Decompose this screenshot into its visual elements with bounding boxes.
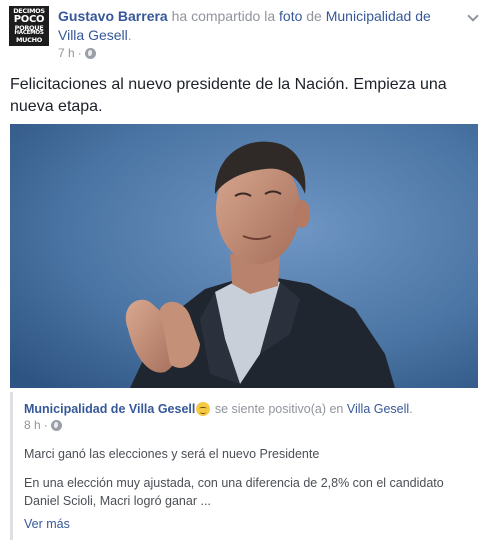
meta-separator: · (43, 418, 48, 432)
post-header: Gustavo Barrera ha compartido la foto de… (58, 7, 448, 45)
shared-text-line: Marci ganó las elecciones y será el nuev… (24, 447, 320, 461)
shared-post-card: Municipalidad de Villa Gesell se siente … (10, 392, 478, 540)
see-more-link[interactable]: Ver más (24, 517, 70, 531)
photo-link[interactable]: foto (279, 8, 302, 24)
shared-post-header: Municipalidad de Villa Gesell se siente … (24, 401, 474, 417)
shared-page-link[interactable]: Municipalidad de Villa Gesell (24, 402, 195, 416)
header-period: . (127, 27, 132, 43)
feeling-text: se siente positivo(a) en (214, 402, 344, 416)
post-message: Felicitaciones al nuevo presidente de la… (10, 76, 447, 115)
post-meta: 7 h · (58, 46, 96, 60)
post-timestamp[interactable]: 7 h (58, 46, 75, 60)
chevron-down-icon[interactable] (468, 12, 478, 22)
avatar[interactable]: DECIMOS POCO PORQUE HACEMOS MUCHO (9, 6, 49, 46)
photo-illustration (10, 124, 478, 388)
shared-meta: 8 h · (24, 418, 62, 432)
meta-separator: · (77, 46, 82, 60)
share-text-de: de (306, 8, 322, 24)
share-text: ha compartido la (171, 8, 276, 24)
globe-icon[interactable] (84, 47, 96, 59)
place-link[interactable]: Villa Gesell (347, 402, 409, 416)
actor-name-link[interactable]: Gustavo Barrera (58, 8, 168, 24)
globe-icon[interactable] (50, 419, 62, 431)
feed-post: DECIMOS POCO PORQUE HACEMOS MUCHO Gustav… (0, 0, 488, 540)
smiley-icon (196, 402, 211, 416)
shared-period: . (409, 402, 413, 416)
shared-text-paragraph: En una elección muy ajustada, con una di… (24, 476, 444, 508)
avatar-text-line: MUCHO (16, 36, 42, 45)
post-photo[interactable] (10, 124, 478, 388)
shared-timestamp[interactable]: 8 h (24, 418, 41, 432)
